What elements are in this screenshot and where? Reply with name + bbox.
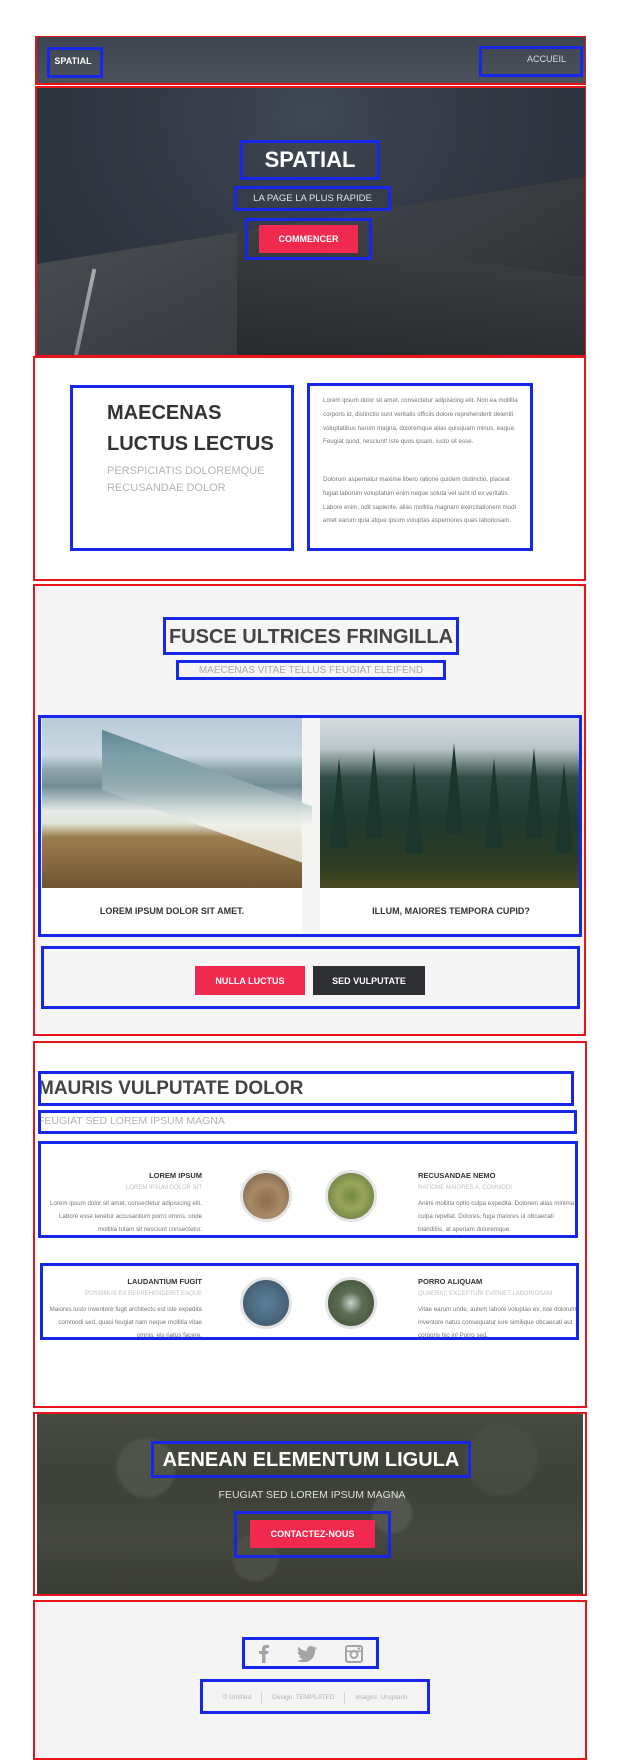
text-block-outline bbox=[307, 383, 533, 551]
copyright-outline bbox=[200, 1679, 430, 1714]
heading-block-outline bbox=[70, 385, 294, 551]
cards-outline bbox=[38, 715, 582, 937]
feature-row-outline bbox=[38, 1141, 578, 1238]
section-two-subheading-outline bbox=[176, 660, 446, 680]
section-two-heading-outline bbox=[163, 617, 459, 655]
section-three-heading-outline bbox=[38, 1071, 574, 1106]
button-row-outline bbox=[41, 946, 580, 1009]
logo-outline bbox=[47, 47, 103, 78]
section-three-subheading-outline bbox=[38, 1110, 577, 1134]
social-icons-outline bbox=[242, 1637, 379, 1669]
section-four-subheading: FEUGIAT SED LOREM IPSUM MAGNA bbox=[218, 1488, 406, 1501]
banner-button-outline bbox=[245, 218, 372, 260]
feature-row-outline bbox=[40, 1263, 579, 1340]
banner-subtitle-outline bbox=[234, 186, 391, 211]
contact-button-outline bbox=[234, 1511, 391, 1558]
section-four-heading-outline bbox=[151, 1441, 471, 1478]
nav-outline bbox=[479, 46, 583, 77]
banner-title-outline bbox=[240, 140, 380, 180]
